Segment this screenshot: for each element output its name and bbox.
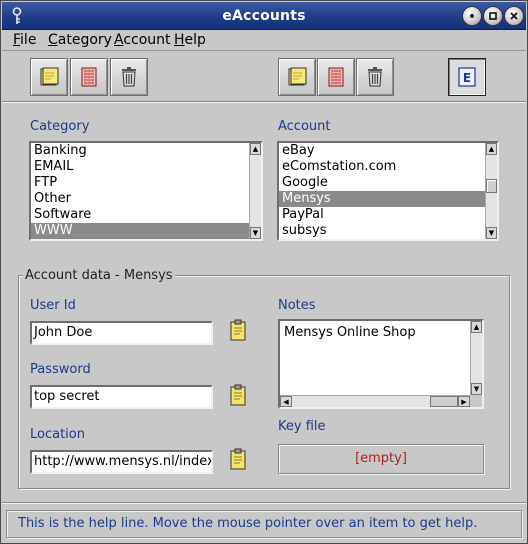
list-item[interactable]: Software [31,207,261,223]
scroll-down-icon[interactable]: ▼ [250,227,261,239]
status-divider [2,502,526,504]
clipboard-icon[interactable] [229,319,247,341]
new-account-button[interactable] [278,58,316,96]
minimize-button[interactable] [462,6,482,26]
scroll-down-icon[interactable]: ▼ [471,383,482,395]
maximize-button[interactable] [483,6,503,26]
scroll-up-icon[interactable]: ▲ [471,321,482,333]
list-item[interactable]: EMAIL [31,159,261,175]
account-label: Account [278,119,331,134]
list-item-selected[interactable]: Mensys [279,191,497,207]
menu-file-mnemonic: F [13,32,21,48]
password-field[interactable]: top secret [30,385,213,409]
menu-account[interactable]: Account [114,32,171,48]
account-list[interactable]: eBay eComstation.com Google Mensys PayPa… [277,141,499,241]
scroll-down-icon[interactable]: ▼ [486,227,497,239]
scroll-left-icon[interactable]: ◀ [280,396,292,407]
trash-icon [368,67,382,87]
notes-label: Notes [278,298,316,313]
list-item[interactable]: eComstation.com [279,159,497,175]
window-title: eAccounts [222,8,306,24]
menu-help-mnemonic: H [174,32,185,48]
account-data-title: Account data - Mensys [23,268,175,283]
close-icon [510,12,518,20]
password-label: Password [30,362,91,377]
list-item[interactable]: FTP [31,175,261,191]
minimize-icon [470,14,474,18]
list-item[interactable]: eBay [279,143,497,159]
category-list[interactable]: Banking EMAIL FTP Other Software WWW ▲ ▼ [29,141,263,241]
list-item[interactable]: Other [31,191,261,207]
new-note-icon [288,67,307,86]
menu-category[interactable]: Category [48,32,112,48]
clipboard-icon[interactable] [229,384,247,406]
menu-help-label: elp [184,32,206,48]
list-item[interactable]: Google [279,175,497,191]
edit-note-icon [328,67,344,87]
new-note-icon [40,67,59,86]
title-bar[interactable]: eAccounts [2,2,526,30]
menu-file[interactable]: File [13,32,36,48]
edit-note-icon [81,67,97,87]
ecs-icon: E [458,67,476,87]
menu-bar: File Category Account Help [2,30,526,51]
e-button-letter: E [463,71,471,85]
key-file-button[interactable]: [empty] [278,444,484,474]
clipboard-icon[interactable] [229,448,247,470]
edit-account-button[interactable] [317,58,355,96]
list-item[interactable]: PayPal [279,207,497,223]
menu-account-mnemonic: A [114,32,124,48]
toolbar-divider [2,101,526,103]
scroll-thumb[interactable] [486,179,497,193]
close-button[interactable] [504,6,524,26]
menu-help[interactable]: Help [174,32,206,48]
e-button[interactable]: E [448,58,486,96]
menu-account-label: ccount [123,32,171,48]
key-file-label: Key file [278,419,326,434]
notes-field[interactable]: Mensys Online Shop ▲ ▼ ◀ ▶ [278,319,484,409]
delete-category-button[interactable] [110,58,148,96]
list-item-selected[interactable]: WWW [31,223,261,239]
scroll-corner [470,395,482,407]
user-id-field[interactable]: John Doe [30,321,213,345]
menu-category-label: ategory [57,32,112,48]
menu-category-mnemonic: C [48,32,58,48]
edit-category-button[interactable] [70,58,108,96]
delete-account-button[interactable] [356,58,394,96]
help-line: This is the help line. Move the mouse po… [6,510,522,538]
list-item[interactable]: Banking [31,143,261,159]
category-scrollbar[interactable]: ▲ ▼ [249,143,261,239]
notes-hscrollbar[interactable]: ◀ ▶ [280,395,470,407]
account-scrollbar[interactable]: ▲ ▼ [485,143,497,239]
scroll-up-icon[interactable]: ▲ [250,143,261,155]
scroll-thumb[interactable] [430,396,458,407]
scroll-right-icon[interactable]: ▶ [458,396,470,407]
notes-vscrollbar[interactable]: ▲ ▼ [470,321,482,395]
location-label: Location [30,427,85,442]
category-label: Category [30,119,90,134]
trash-icon [122,67,136,87]
app-window: eAccounts File Category Account Help E C… [0,0,528,544]
user-id-label: User Id [30,298,76,313]
location-field[interactable]: http://www.mensys.nl/indexn [30,450,213,474]
notes-text: Mensys Online Shop [284,325,416,340]
menu-file-label: ile [20,32,37,48]
list-item[interactable]: subsys [279,223,497,239]
maximize-icon [489,12,497,20]
scroll-up-icon[interactable]: ▲ [486,143,497,155]
new-category-button[interactable] [30,58,68,96]
